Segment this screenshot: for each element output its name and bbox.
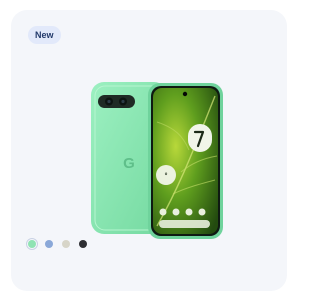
color-swatches <box>26 238 87 250</box>
swatch-aloe[interactable] <box>26 238 38 250</box>
google-logo: G <box>123 155 135 172</box>
swatch-obsidian[interactable] <box>79 240 87 248</box>
swatch-porcelain[interactable] <box>62 240 70 248</box>
search-bar <box>159 220 210 228</box>
svg-text:°: ° <box>165 172 168 180</box>
pixel-phone-image[interactable]: G ° <box>85 76 225 242</box>
new-badge: New <box>28 26 61 44</box>
swatch-bay[interactable] <box>45 240 53 248</box>
camera-bar <box>98 95 135 108</box>
